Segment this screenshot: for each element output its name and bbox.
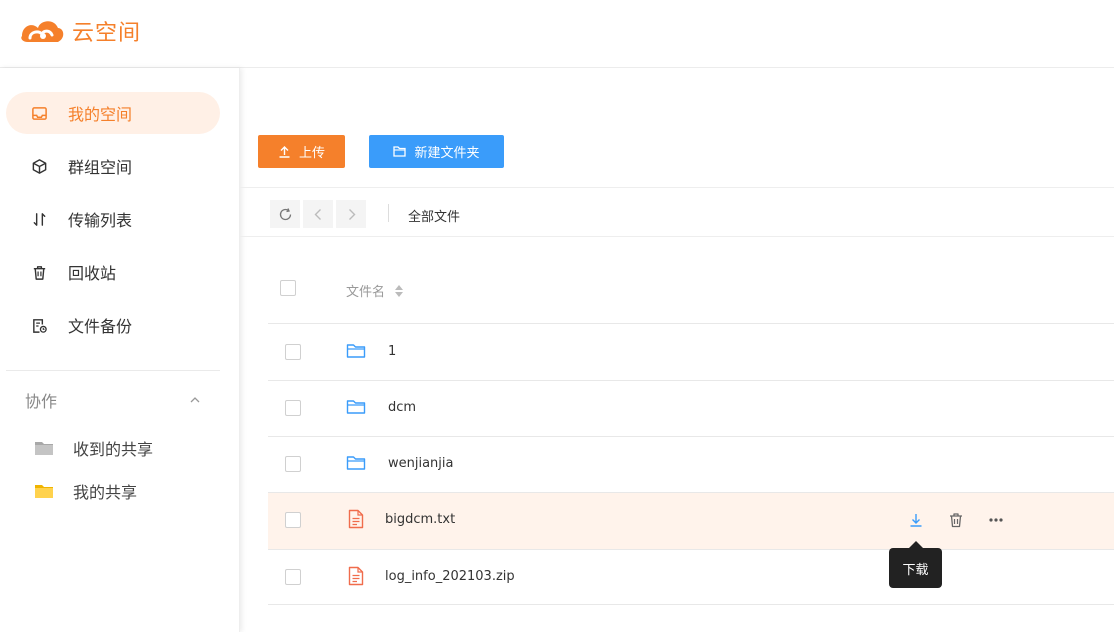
trash-icon <box>950 513 962 528</box>
upload-button-label: 上传 <box>298 146 325 161</box>
app-title: 云空间 <box>72 21 142 46</box>
sidebar-item-label: 回收站 <box>68 264 117 283</box>
toolbar-separator <box>388 204 389 222</box>
sidebar-item-transfer-list[interactable]: 传输列表 <box>6 198 220 240</box>
backup-icon <box>30 316 48 334</box>
chevron-right-icon <box>348 208 355 220</box>
sidebar-divider <box>6 370 220 371</box>
new-folder-button-label: 新建文件夹 <box>414 146 480 161</box>
file-table-header: 文件名 <box>268 254 1114 324</box>
download-button[interactable] <box>906 510 926 530</box>
folder-outline-icon <box>393 146 407 157</box>
select-all-checkbox[interactable] <box>280 280 296 296</box>
toolbar-divider <box>240 187 1114 188</box>
sidebar-item-label: 我的空间 <box>68 105 133 124</box>
sidebar-item-label: 群组空间 <box>68 158 133 177</box>
new-folder-button[interactable]: 新建文件夹 <box>369 135 504 168</box>
folder-outline-icon <box>346 456 366 470</box>
sidebar-item-my-space[interactable]: 我的空间 <box>6 92 220 134</box>
transfer-icon <box>30 210 48 228</box>
sidebar-item-label: 我的共享 <box>73 483 138 502</box>
sidebar: 我的空间 群组空间 传输列表 回收站 文件备份 协作 收到的共享 我的共享 <box>0 68 240 632</box>
text-file-icon <box>348 566 364 586</box>
table-row[interactable]: log_info_202103.zip <box>268 550 1114 605</box>
sidebar-item-label: 文件备份 <box>68 317 133 336</box>
row-checkbox[interactable] <box>285 344 301 360</box>
table-row[interactable]: bigdcm.txt <box>268 493 1114 550</box>
app-header: 云空间 <box>0 0 1114 68</box>
chevron-up-icon <box>190 397 200 403</box>
text-file-icon <box>348 509 364 529</box>
sidebar-item-my-shares[interactable]: 我的共享 <box>6 473 220 509</box>
delete-button[interactable] <box>946 510 966 530</box>
forward-button[interactable] <box>336 200 366 228</box>
sidebar-item-label: 收到的共享 <box>73 440 154 459</box>
app-logo[interactable]: 云空间 <box>16 14 141 48</box>
refresh-icon <box>279 207 291 220</box>
download-icon <box>910 514 922 527</box>
more-actions-button[interactable] <box>986 510 1006 530</box>
breadcrumb-all-files[interactable]: 全部文件 <box>408 206 460 225</box>
folder-outline-icon <box>346 400 366 414</box>
row-filename[interactable]: wenjianjia <box>388 456 454 471</box>
folder-gray-icon <box>35 442 53 455</box>
toolbar-divider <box>240 236 1114 237</box>
collaboration-section-toggle[interactable]: 协作 <box>6 382 220 418</box>
cloud-swirl-logo-icon <box>21 21 64 42</box>
table-row[interactable]: wenjianjia <box>268 437 1114 493</box>
column-header-label: 文件名 <box>346 285 386 300</box>
row-filename[interactable]: dcm <box>388 400 416 415</box>
cube-icon <box>30 157 48 175</box>
column-header-filename[interactable]: 文件名 <box>346 281 405 300</box>
row-checkbox[interactable] <box>285 512 301 528</box>
refresh-button[interactable] <box>270 200 300 228</box>
upload-button[interactable]: 上传 <box>258 135 345 168</box>
sidebar-item-recycle-bin[interactable]: 回收站 <box>6 251 220 293</box>
tooltip-arrow <box>909 541 923 548</box>
row-filename[interactable]: bigdcm.txt <box>385 512 455 527</box>
table-row[interactable]: dcm <box>268 381 1114 437</box>
row-filename[interactable]: 1 <box>388 344 396 359</box>
more-icon <box>989 518 1003 522</box>
section-label: 协作 <box>25 392 58 411</box>
inbox-icon <box>30 104 48 122</box>
sidebar-item-received-shares[interactable]: 收到的共享 <box>6 430 220 466</box>
folder-outline-icon <box>346 344 366 358</box>
row-checkbox[interactable] <box>285 456 301 472</box>
row-checkbox[interactable] <box>285 400 301 416</box>
sidebar-item-group-space[interactable]: 群组空间 <box>6 145 220 187</box>
upload-icon <box>279 146 290 158</box>
chevron-left-icon <box>314 208 321 220</box>
sort-icon <box>395 284 404 297</box>
back-button[interactable] <box>303 200 333 228</box>
trash-icon <box>30 263 48 281</box>
row-checkbox[interactable] <box>285 569 301 585</box>
sidebar-item-file-backup[interactable]: 文件备份 <box>6 304 220 346</box>
table-row[interactable]: 1 <box>268 325 1114 381</box>
folder-yellow-icon <box>35 485 53 498</box>
row-filename[interactable]: log_info_202103.zip <box>385 569 515 584</box>
sidebar-item-label: 传输列表 <box>68 211 133 230</box>
download-tooltip: 下载 <box>889 548 942 588</box>
